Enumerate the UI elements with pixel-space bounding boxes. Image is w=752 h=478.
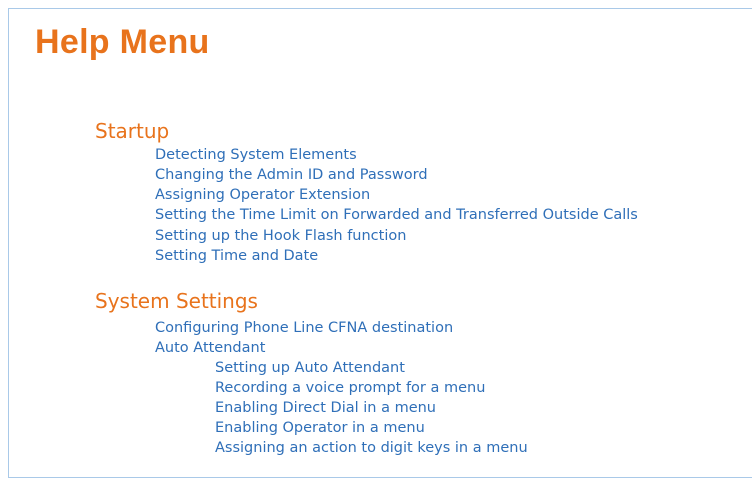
link-enabling-operator[interactable]: Enabling Operator in a menu [215, 418, 425, 438]
link-hook-flash-function[interactable]: Setting up the Hook Flash function [155, 226, 406, 246]
link-time-limit-forwarded-calls[interactable]: Setting the Time Limit on Forwarded and … [155, 205, 638, 225]
link-phone-line-cfna[interactable]: Configuring Phone Line CFNA destination [155, 318, 453, 338]
link-enabling-direct-dial[interactable]: Enabling Direct Dial in a menu [215, 398, 436, 418]
help-panel: Help Menu Startup Detecting System Eleme… [8, 8, 752, 478]
link-setting-up-auto-attendant[interactable]: Setting up Auto Attendant [215, 358, 405, 378]
link-detecting-system-elements[interactable]: Detecting System Elements [155, 145, 357, 165]
link-auto-attendant[interactable]: Auto Attendant [155, 338, 265, 358]
section-heading-startup: Startup [95, 119, 170, 143]
link-assigning-action-digit-keys[interactable]: Assigning an action to digit keys in a m… [215, 438, 528, 458]
section-heading-system-settings: System Settings [95, 289, 258, 313]
link-assigning-operator-extension[interactable]: Assigning Operator Extension [155, 185, 370, 205]
page-title: Help Menu [35, 23, 210, 61]
link-recording-voice-prompt[interactable]: Recording a voice prompt for a menu [215, 378, 485, 398]
link-changing-admin-id-password[interactable]: Changing the Admin ID and Password [155, 165, 428, 185]
link-setting-time-and-date[interactable]: Setting Time and Date [155, 246, 318, 266]
